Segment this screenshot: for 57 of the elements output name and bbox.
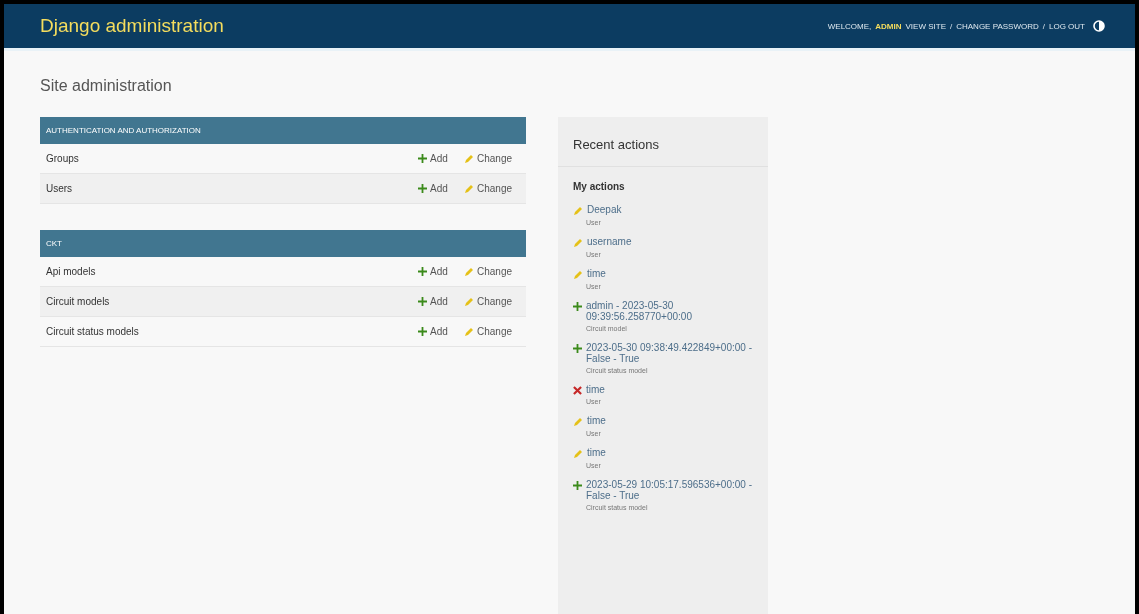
module-caption[interactable]: AUTHENTICATION AND AUTHORIZATION [40, 117, 526, 144]
action-link[interactable]: admin - 2023-05-30 09:39:56.258770+00:00 [586, 300, 753, 322]
change-link[interactable]: Change [464, 183, 520, 194]
pencil-icon [573, 206, 583, 216]
add-link[interactable]: Add [418, 326, 458, 337]
add-link[interactable]: Add [418, 296, 458, 307]
panel-title: Recent actions [558, 117, 768, 167]
site-title[interactable]: Django administration [40, 15, 224, 37]
pencil-icon [464, 183, 474, 194]
pencil-icon [464, 266, 474, 277]
action-link[interactable]: time [587, 415, 606, 426]
plus-icon [573, 481, 582, 490]
action-link[interactable]: time [587, 268, 606, 279]
plus-icon [573, 302, 582, 311]
model-link[interactable]: Circuit models [46, 296, 418, 307]
action-link[interactable]: time [587, 447, 606, 458]
model-link[interactable]: Circuit status models [46, 326, 418, 337]
pencil-icon [573, 270, 583, 280]
pencil-icon [464, 153, 474, 164]
action-link[interactable]: 2023-05-30 09:38:49.422849+00:00 - False - True [586, 342, 753, 364]
change-link[interactable]: Change [464, 296, 520, 307]
change-link[interactable]: Change [464, 326, 520, 337]
model-link[interactable]: Groups [46, 153, 418, 164]
user-name: ADMIN [875, 21, 902, 31]
header-link[interactable]: CHANGE PASSWORD [956, 21, 1039, 31]
action-link[interactable]: time [586, 384, 605, 395]
plus-icon [418, 327, 427, 336]
page-title: Site administration [40, 77, 173, 95]
action-link[interactable]: 2023-05-29 10:05:17.596536+00:00 - False - True [586, 479, 753, 501]
header-link[interactable]: LOG OUT [1049, 21, 1085, 31]
theme-toggle-icon[interactable] [1093, 20, 1105, 32]
plus-icon [418, 267, 427, 276]
link-separator: / [950, 21, 953, 31]
pencil-icon [573, 238, 583, 248]
pencil-icon [573, 417, 583, 427]
add-link[interactable]: Add [418, 266, 458, 277]
pencil-icon [573, 449, 583, 459]
plus-icon [418, 154, 427, 163]
delete-icon [573, 386, 582, 395]
pencil-icon [464, 326, 474, 337]
add-link[interactable]: Add [418, 183, 458, 194]
change-link[interactable]: Change [464, 266, 520, 277]
header-link[interactable]: VIEW SITE [905, 21, 946, 31]
action-link[interactable]: Deepak [587, 204, 622, 215]
model-link[interactable]: Api models [46, 266, 418, 277]
plus-icon [418, 184, 427, 193]
pencil-icon [464, 296, 474, 307]
model-link[interactable]: Users [46, 183, 418, 194]
welcome-text: WELCOME, [827, 21, 872, 31]
panel-subtitle: My actions [573, 181, 626, 192]
plus-icon [418, 297, 427, 306]
add-link[interactable]: Add [418, 153, 458, 164]
action-link[interactable]: username [587, 236, 632, 247]
module-caption[interactable]: CKT [40, 230, 526, 257]
change-link[interactable]: Change [464, 153, 520, 164]
plus-icon [573, 344, 582, 353]
link-separator: / [1042, 21, 1045, 31]
